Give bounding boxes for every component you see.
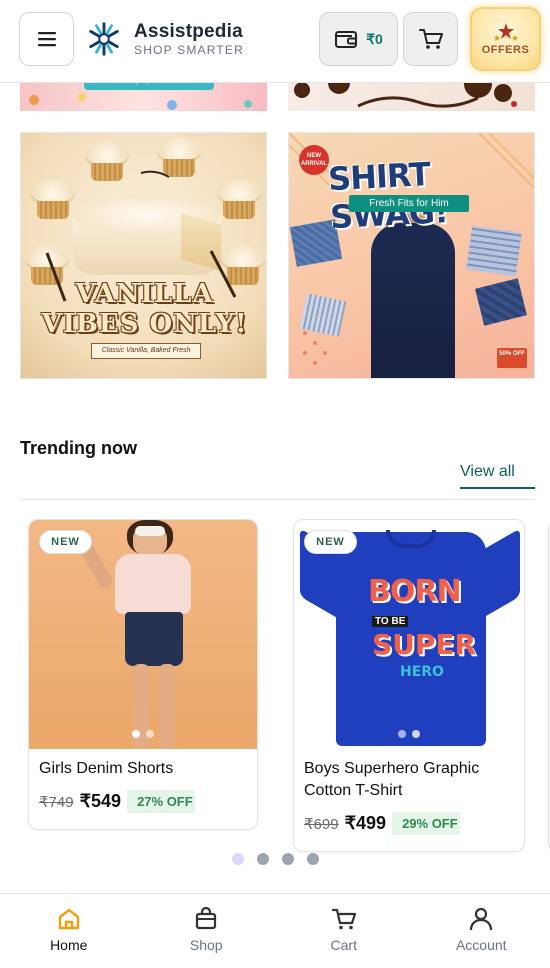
product-image[interactable]: NEW BORN TO BE SUPER HERO [294,520,524,749]
shopping-bag-icon [196,906,217,930]
tshirt-print-text: TO BE [372,616,409,627]
tshirt-image: BORN TO BE SUPER HERO [300,524,520,746]
stars-icon [493,23,518,41]
model-sunglasses [135,526,165,536]
bottom-navigation: Home Shop Cart Account [0,893,550,968]
carousel-dot[interactable] [232,853,244,865]
sale-badge: 50% OFF [497,348,527,368]
sale-price: ₹549 [79,791,122,811]
model-top [115,554,191,614]
price-row: ₹749 ₹549 27% OFF [39,790,207,813]
new-badge: NEW [39,530,92,554]
offers-label: OFFERS [481,44,530,56]
carousel-dot[interactable] [307,853,319,865]
denim-shorts [125,612,183,666]
product-name[interactable]: Boys Superhero Graphic Cotton T-Shirt [304,758,514,802]
vanilla-headline-line1: VANILLA [75,279,214,309]
product-card[interactable]: NEW Girls Denim Shorts ₹749 ₹549 27% OFF [28,519,258,830]
nav-shop[interactable]: Shop [138,894,276,968]
wallet-balance: ₹0 [366,30,383,47]
header-cart-button[interactable] [403,12,458,66]
carousel-dot[interactable] [282,853,294,865]
user-icon [470,907,493,931]
carousel-pager[interactable] [232,853,319,865]
nav-label: Shop [189,937,223,953]
model-shirt [371,223,455,378]
nav-cart[interactable]: Cart [275,894,413,968]
vanilla-ribbon: Classic Vanilla, Baked Fresh [91,343,201,359]
wallet-icon [335,31,358,48]
image-pager[interactable] [132,730,154,738]
image-pager-dot[interactable] [132,730,140,738]
promo-tile-shirts[interactable]: NEW ARRIVAL SHIRT SWAG! Fresh Fits for H… [288,132,535,379]
shirt-headline: SHIRT SWAG! [327,154,449,237]
price-row: ₹699 ₹499 29% OFF [304,812,472,835]
original-price: ₹699 [304,815,339,833]
image-pager[interactable] [398,730,420,738]
cart-icon [331,908,356,930]
brand-logo[interactable] [85,20,123,58]
vanilla-headline-line2: VIBES ONLY! [41,309,248,339]
original-price: ₹749 [39,793,74,811]
sale-price: ₹499 [344,813,387,833]
section-divider [20,499,535,500]
product-card[interactable]: NEW BORN TO BE SUPER HERO Boys Superhero… [293,519,525,852]
trending-section-title: Trending now [20,438,137,458]
menu-button[interactable] [19,12,74,66]
tshirt-print-text: BORN [368,574,462,609]
page: Assistpedia SHOP SMARTER ₹0 OFFERS VANIL… [0,0,550,968]
nav-account[interactable]: Account [413,894,550,968]
nav-label: Cart [330,937,357,953]
offers-button[interactable]: OFFERS [470,7,541,71]
image-pager-dot[interactable] [146,730,154,738]
new-badge: NEW [304,530,357,554]
discount-badge: 27% OFF [127,790,207,813]
tshirt-print-text: HERO [400,664,444,680]
image-pager-dot[interactable] [412,730,420,738]
promo-tile-vanilla[interactable]: VANILLA VIBES ONLY! Classic Vanilla, Bak… [20,132,267,379]
shirt-subtitle: Fresh Fits for Him [349,195,469,212]
nav-label: Account [455,937,507,953]
model-leg [159,664,175,749]
app-header: Assistpedia SHOP SMARTER ₹0 OFFERS [0,0,550,83]
discount-badge: 29% OFF [392,812,472,835]
wallet-button[interactable]: ₹0 [319,12,398,66]
carousel-dot[interactable] [257,853,269,865]
product-image[interactable]: NEW [29,520,257,749]
image-pager-dot[interactable] [398,730,406,738]
nav-label: Home [50,937,88,953]
brand-tagline: SHOP SMARTER [134,43,244,57]
tshirt-print-text: SUPER [372,628,477,661]
nav-home[interactable]: Home [0,894,138,968]
brand-name: Assistpedia [134,21,243,42]
cart-icon [418,29,443,49]
product-name[interactable]: Girls Denim Shorts [39,758,247,780]
view-all-link[interactable]: View all [460,463,535,489]
new-arrival-badge: NEW ARRIVAL [299,145,329,175]
hamburger-icon [37,32,56,47]
home-icon [58,908,79,930]
fabric-swatch [466,225,522,277]
